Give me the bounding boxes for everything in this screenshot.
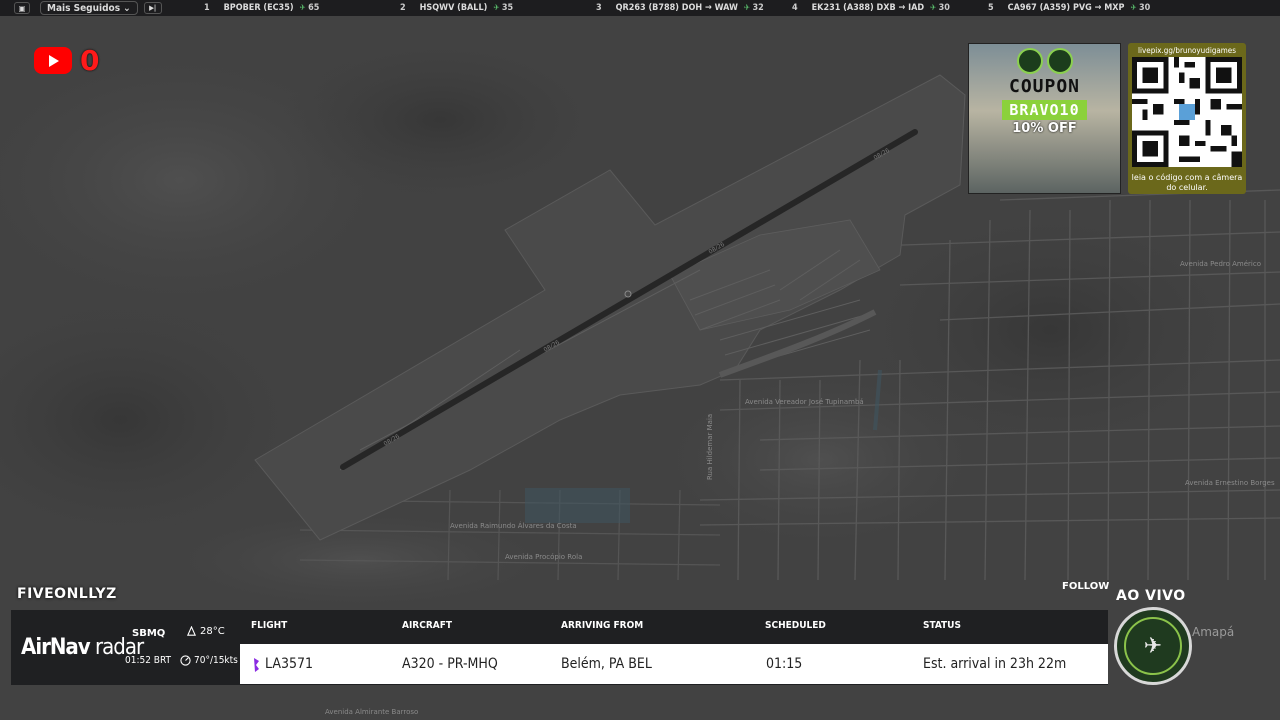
- col-header-from: ARRIVING FROM: [561, 620, 644, 631]
- youtube-counter: 0: [34, 44, 99, 77]
- col-header-status: STATUS: [923, 620, 961, 631]
- follow-button[interactable]: FOLLOW: [1062, 581, 1109, 592]
- qr-url: livepix.gg/brunoyudigames: [1138, 46, 1236, 55]
- cell-from: Belém, PA BEL: [561, 656, 652, 672]
- flight: QR263 (B788) DOH → WAW: [615, 3, 738, 13]
- top-flight-item[interactable]: 2 HSQWV (BALL) 35: [392, 3, 588, 13]
- follower-count: 30: [930, 3, 950, 13]
- live-label: AO VIVO: [1116, 588, 1186, 604]
- top-flight-item[interactable]: 5 CA967 (A359) PVG → MXP 30: [980, 3, 1176, 13]
- cell-aircraft: A320 - PR-MHQ: [402, 656, 498, 672]
- follower-count: 32: [744, 3, 763, 13]
- skip-next-icon[interactable]: ▶|: [143, 2, 162, 14]
- filter-label: Mais Seguidos: [47, 2, 121, 14]
- cell-flight: LA3571: [265, 656, 313, 672]
- plane-emblem-icon: ✈: [1124, 617, 1182, 675]
- airline-tail-icon: [254, 658, 259, 672]
- cell-scheduled: 01:15: [766, 656, 803, 672]
- qr-panel: livepix.gg/brunoyudigames leia o código …: [1128, 43, 1246, 194]
- top-flight-item[interactable]: 3 QR263 (B788) DOH → WAW 32: [588, 3, 784, 13]
- rank: 1: [204, 3, 210, 13]
- menu-icon[interactable]: ▣: [14, 2, 30, 14]
- coupon-banner: COUPON BRAVO10 10% OFF: [968, 43, 1121, 194]
- coupon-code: BRAVO10: [1002, 100, 1087, 120]
- street-label: Avenida Almirante Barroso: [325, 708, 418, 716]
- street-label: Avenida Vereador José Tupinambá: [745, 398, 864, 406]
- qr-code-icon: [1132, 57, 1242, 167]
- follower-count: 35: [493, 3, 513, 13]
- radar-logo-icon: [1046, 48, 1073, 74]
- street-label: Avenida Procópio Rola: [505, 553, 582, 561]
- sponsor-logo-icon: [1016, 48, 1043, 74]
- wind-compass-icon: [180, 655, 191, 666]
- top-flights-bar: ▣ Mais Seguidos ⌄ ▶| 1 BPOBER (EC35) 65 …: [0, 0, 1280, 16]
- col-header-scheduled: SCHEDULED: [765, 620, 826, 631]
- follower-count: 65: [300, 3, 319, 13]
- rank: 4: [792, 3, 798, 13]
- top-flights-list: 1 BPOBER (EC35) 65 2 HSQWV (BALL) 35 3 Q…: [196, 3, 1176, 13]
- streamer-username: FIVEONLLYZ: [17, 586, 117, 602]
- local-time: 01:52 BRT: [125, 655, 171, 666]
- youtube-icon: [34, 47, 72, 74]
- flight: CA967 (A359) PVG → MXP: [1007, 3, 1125, 13]
- col-header-aircraft: AIRCRAFT: [402, 620, 453, 631]
- street-label: Avenida Raimundo Álvares da Costa: [450, 521, 577, 530]
- filter-dropdown[interactable]: Mais Seguidos ⌄: [40, 1, 138, 15]
- top-flight-item[interactable]: 4 EK231 (A388) DXB → IAD 30: [784, 3, 980, 13]
- coupon-title: COUPON: [1008, 76, 1081, 97]
- airport-code: SBMQ: [132, 628, 166, 639]
- youtube-count: 0: [80, 44, 100, 77]
- flight: HSQWV (BALL): [419, 3, 488, 13]
- cell-status: Est. arrival in 23h 22m: [923, 656, 1067, 672]
- street-label: Amapá: [1192, 625, 1234, 639]
- rank: 2: [400, 3, 406, 13]
- rank: 3: [596, 3, 602, 13]
- follower-count: 30: [1130, 3, 1150, 13]
- rank: 5: [988, 3, 994, 13]
- wind-value: 70°/15kts: [194, 655, 238, 666]
- coupon-discount: 10% OFF: [1012, 121, 1077, 136]
- flight: EK231 (A388) DXB → IAD: [811, 3, 925, 13]
- temperature: 28°C: [186, 626, 225, 637]
- chevron-down-icon: ⌄: [123, 2, 131, 14]
- wind: 70°/15kts: [180, 655, 238, 666]
- flight: BPOBER (EC35): [223, 3, 294, 13]
- qr-caption: leia o código com a câmera do celular.: [1131, 173, 1243, 192]
- street-label: Rua Hildemar Maia: [706, 414, 714, 480]
- street-label: Avenida Pedro Américo: [1180, 260, 1261, 268]
- top-flight-item[interactable]: 1 BPOBER (EC35) 65: [196, 3, 392, 13]
- col-header-flight: FLIGHT: [251, 620, 288, 631]
- cloud-icon: [186, 626, 197, 636]
- channel-badge-logo: ✈: [1114, 607, 1192, 685]
- street-label: Avenida Ernestino Borges: [1185, 479, 1275, 487]
- temperature-value: 28°C: [200, 626, 225, 637]
